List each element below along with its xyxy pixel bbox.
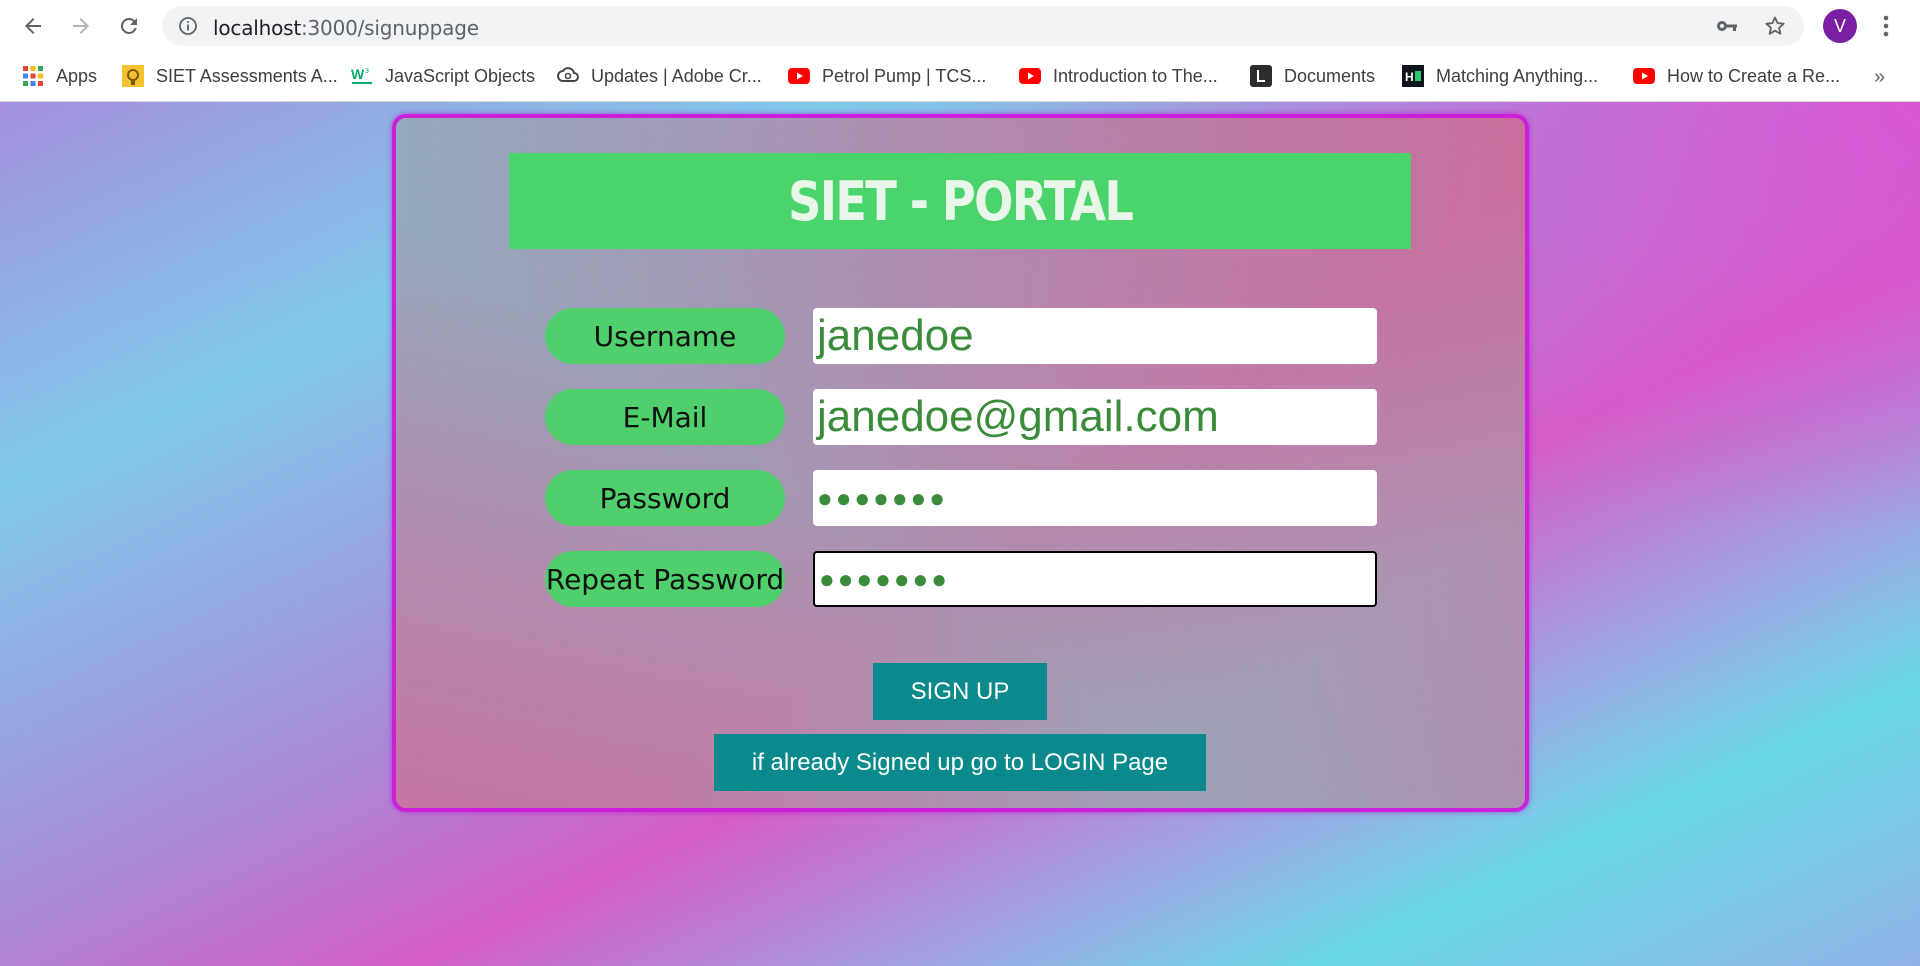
username-input[interactable]: janedoe	[813, 308, 1377, 364]
siet-favicon	[122, 65, 144, 87]
bookmarks-bar: Apps SIET Assessments A... W 3 JavaScrip…	[0, 52, 1920, 102]
bookmark-how-to-create[interactable]: How to Create a Re...	[1633, 62, 1840, 90]
bookmark-petrol-pump[interactable]: Petrol Pump | TCS...	[788, 62, 986, 90]
bookmark-matching-anything[interactable]: H Matching Anything...	[1402, 62, 1598, 90]
login-link-button[interactable]: if already Signed up go to LOGIN Page	[714, 734, 1206, 791]
page-background: SIET - PORTAL Username janedoe E-Mail ja…	[0, 102, 1920, 966]
bookmark-documents[interactable]: Documents	[1250, 62, 1375, 90]
password-input[interactable]: ●●●●●●●	[813, 470, 1377, 526]
reload-icon	[120, 17, 137, 34]
youtube-favicon	[1019, 68, 1041, 84]
bookmark-label: Documents	[1284, 65, 1376, 86]
hackerrank-favicon: H	[1402, 65, 1424, 87]
bookmarks-overflow-button[interactable]: »	[1874, 66, 1885, 89]
url-text[interactable]: localhost:3000/signuppage	[213, 16, 479, 40]
signup-button[interactable]: SIGN UP	[873, 663, 1047, 720]
repeat-password-label: Repeat Password	[545, 551, 785, 607]
browser-toolbar: localhost:3000/signuppage V	[0, 0, 1920, 52]
address-bar[interactable]: localhost:3000/signuppage	[162, 6, 1804, 46]
w3schools-favicon: W 3	[351, 66, 372, 84]
username-row: Username janedoe	[545, 308, 1377, 364]
url-host: localhost	[213, 16, 301, 40]
bookmark-label: How to Create a Re...	[1667, 65, 1841, 86]
svg-text:3: 3	[365, 68, 369, 75]
arrow-right-icon	[73, 18, 89, 34]
forward-button[interactable]	[66, 11, 96, 41]
bookmark-label: Petrol Pump | TCS...	[822, 65, 987, 86]
bookmark-siet-assessments[interactable]: SIET Assessments A...	[122, 62, 338, 90]
profile-avatar[interactable]: V	[1823, 9, 1857, 43]
bookmark-label: Updates | Adobe Cr...	[591, 65, 762, 86]
back-button[interactable]	[18, 11, 48, 41]
portal-title: SIET - PORTAL	[787, 169, 1134, 233]
key-icon[interactable]	[1715, 15, 1739, 37]
document-favicon	[1250, 65, 1272, 87]
bookmark-label: Matching Anything...	[1436, 65, 1599, 86]
email-input[interactable]: janedoe@gmail.com	[813, 389, 1377, 445]
youtube-favicon	[1633, 68, 1655, 84]
bookmark-label: Apps	[56, 65, 98, 86]
bookmark-apps[interactable]: Apps	[22, 62, 97, 90]
adobe-cc-favicon	[557, 67, 579, 82]
arrow-left-icon	[25, 18, 41, 34]
svg-text:W: W	[351, 66, 365, 82]
svg-text:H: H	[1405, 70, 1414, 84]
portal-banner: SIET - PORTAL	[509, 153, 1411, 249]
signup-card: SIET - PORTAL Username janedoe E-Mail ja…	[392, 114, 1529, 812]
bookmark-label: Introduction to The...	[1053, 65, 1218, 86]
email-label: E-Mail	[545, 389, 785, 445]
bookmark-javascript-objects[interactable]: W 3 JavaScript Objects	[351, 62, 535, 90]
info-icon[interactable]	[178, 16, 198, 36]
password-row: Password ●●●●●●●	[545, 470, 1377, 526]
bookmark-label: SIET Assessments A...	[156, 65, 338, 86]
youtube-favicon	[788, 68, 810, 84]
repeat-password-input[interactable]: ●●●●●●●	[813, 551, 1377, 607]
more-menu-icon[interactable]	[1876, 12, 1896, 40]
password-label: Password	[545, 470, 785, 526]
reload-button[interactable]	[114, 11, 144, 41]
repeat-password-row: Repeat Password ●●●●●●●	[545, 551, 1377, 607]
bookmark-introduction[interactable]: Introduction to The...	[1019, 62, 1218, 90]
star-icon[interactable]	[1763, 14, 1787, 38]
bookmark-adobe-updates[interactable]: Updates | Adobe Cr...	[557, 62, 762, 90]
bookmark-label: JavaScript Objects	[385, 65, 536, 86]
email-row: E-Mail janedoe@gmail.com	[545, 389, 1377, 445]
url-path: :3000/signuppage	[300, 16, 479, 40]
apps-grid-icon	[23, 66, 43, 86]
username-label: Username	[545, 308, 785, 364]
